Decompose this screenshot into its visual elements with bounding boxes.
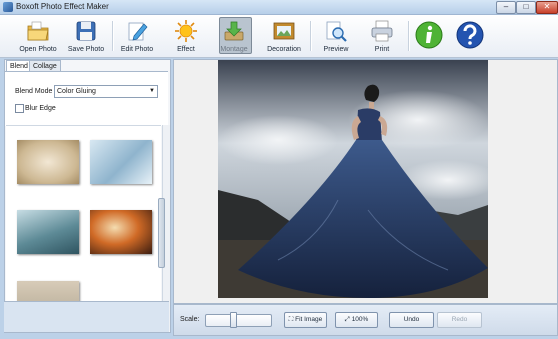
help-button[interactable] bbox=[446, 15, 494, 57]
pencil-icon bbox=[128, 22, 148, 41]
save-photo-label: Save Photo bbox=[67, 46, 105, 53]
blur-edge-label: Blur Edge bbox=[25, 105, 56, 112]
zoom-100-button[interactable]: ⤢ 100% bbox=[335, 312, 378, 328]
zoom-icon: ⤢ bbox=[344, 316, 350, 323]
preview-button[interactable]: Preview bbox=[312, 15, 360, 57]
fit-image-button[interactable]: ⛶ Fit Image bbox=[284, 312, 327, 328]
scale-label: Scale: bbox=[180, 316, 200, 323]
blend-settings bbox=[5, 71, 168, 126]
template-scrollbar-thumb[interactable] bbox=[158, 198, 165, 268]
decoration-label: Decoration bbox=[267, 46, 301, 53]
printer-icon bbox=[371, 20, 393, 42]
preview-label: Preview bbox=[323, 46, 349, 53]
montage-button[interactable]: Montage bbox=[210, 15, 258, 57]
template-thumbnail[interactable] bbox=[17, 140, 79, 184]
edit-photo-button[interactable]: Edit Photo bbox=[113, 15, 161, 57]
toolbar: Open Photo Save Photo Edit Photo Effect bbox=[0, 15, 558, 58]
sun-icon bbox=[175, 20, 197, 42]
blend-mode-value: Color Gluing bbox=[57, 88, 96, 95]
blur-edge-checkbox[interactable] bbox=[15, 104, 24, 113]
minimize-button[interactable]: – bbox=[496, 1, 516, 14]
scale-slider[interactable] bbox=[205, 314, 272, 327]
edit-photo-label: Edit Photo bbox=[120, 46, 154, 53]
template-thumbnail[interactable] bbox=[90, 210, 152, 254]
zoom-100-label: 100% bbox=[351, 316, 369, 323]
decoration-button[interactable]: Decoration bbox=[260, 15, 308, 57]
open-photo-button[interactable]: Open Photo bbox=[14, 15, 62, 57]
redo-button[interactable]: Redo bbox=[437, 312, 482, 328]
floppy-disk-icon bbox=[76, 21, 96, 41]
montage-label: Montage bbox=[220, 46, 248, 53]
print-button[interactable]: Print bbox=[358, 15, 406, 57]
chevron-down-icon: ▼ bbox=[149, 88, 155, 94]
close-button[interactable]: ✕ bbox=[536, 1, 558, 14]
left-panel-footer bbox=[4, 301, 169, 332]
template-thumbnail[interactable] bbox=[90, 140, 152, 184]
fit-image-label: Fit Image bbox=[295, 316, 323, 323]
save-photo-button[interactable]: Save Photo bbox=[62, 15, 110, 57]
undo-button[interactable]: Undo bbox=[389, 312, 434, 328]
info-icon bbox=[415, 21, 443, 49]
left-panel: Blend Collage Blend Mode Color Gluing ▼ … bbox=[4, 59, 171, 333]
help-icon bbox=[456, 21, 484, 49]
app-icon bbox=[3, 2, 13, 12]
maximize-button[interactable]: □ bbox=[516, 1, 536, 14]
print-label: Print bbox=[374, 46, 390, 53]
open-photo-label: Open Photo bbox=[19, 46, 57, 53]
effect-label: Effect bbox=[177, 46, 195, 53]
window-title: Boxoft Photo Effect Maker bbox=[16, 2, 109, 11]
picture-frame-icon bbox=[273, 22, 295, 40]
effect-button[interactable]: Effect bbox=[162, 15, 210, 57]
magnifier-icon bbox=[326, 21, 347, 42]
fit-image-icon: ⛶ bbox=[288, 316, 294, 323]
template-thumbnail[interactable] bbox=[17, 210, 79, 254]
blend-mode-label: Blend Mode bbox=[15, 88, 53, 95]
blend-mode-select[interactable]: Color Gluing ▼ bbox=[54, 85, 158, 98]
folder-open-icon bbox=[27, 21, 49, 41]
scale-slider-thumb[interactable] bbox=[230, 312, 237, 328]
download-tray-icon bbox=[224, 21, 244, 41]
photo-image bbox=[218, 60, 488, 298]
